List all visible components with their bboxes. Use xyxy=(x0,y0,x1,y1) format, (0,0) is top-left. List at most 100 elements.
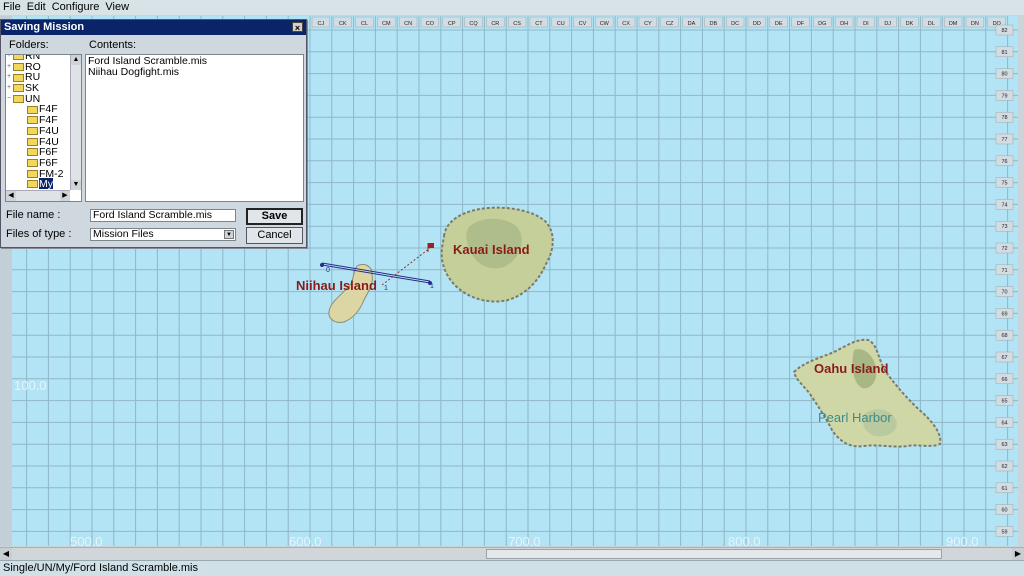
row-label: 71 xyxy=(1001,268,1007,274)
tree-folder-item[interactable]: F4F xyxy=(7,104,69,115)
tree-folder-item[interactable]: F6F xyxy=(7,147,69,158)
column-label: CW xyxy=(600,21,610,27)
column-label: DF xyxy=(797,21,805,27)
row-label: 75 xyxy=(1001,181,1007,187)
row-label: 80 xyxy=(1001,72,1007,78)
tree-expander-icon[interactable]: + xyxy=(7,62,11,73)
column-label: CK xyxy=(339,21,347,27)
scroll-right-icon[interactable]: ▶ xyxy=(60,191,70,201)
menu-edit[interactable]: Edit xyxy=(24,0,49,14)
column-label: CS xyxy=(513,21,521,27)
column-label: DD xyxy=(753,21,761,27)
menu-configure[interactable]: Configure xyxy=(49,0,103,14)
column-label: CJ xyxy=(318,21,325,27)
tree-folder-item[interactable]: My xyxy=(7,178,69,189)
scroll-up-icon[interactable]: ▲ xyxy=(71,55,81,65)
folder-vertical-scrollbar[interactable]: ▲ ▼ xyxy=(70,55,81,190)
column-label: DA xyxy=(688,21,696,27)
contents-list[interactable]: Ford Island Scramble.mis Niihau Dogfight… xyxy=(85,54,304,202)
tree-folder-item[interactable]: F4U xyxy=(7,136,69,148)
row-label: 72 xyxy=(1001,246,1007,252)
tree-expander-icon[interactable]: + xyxy=(7,72,11,83)
tree-folder-item[interactable]: − UN xyxy=(7,93,69,105)
tree-folder-item[interactable]: F4F xyxy=(7,115,69,126)
row-label: 62 xyxy=(1001,464,1007,470)
chevron-down-icon[interactable]: ▼ xyxy=(224,230,234,239)
folder-icon xyxy=(13,62,24,71)
column-label: DI xyxy=(863,21,869,27)
menu-view[interactable]: View xyxy=(102,0,132,14)
column-label: CZ xyxy=(666,21,674,27)
tree-folder-item[interactable]: FM-2 xyxy=(7,168,69,180)
dialog-title: Saving Mission xyxy=(4,21,85,33)
folder-icon xyxy=(13,73,24,82)
column-label: CQ xyxy=(469,21,478,27)
row-label: 59 xyxy=(1001,529,1007,535)
scroll-right-icon[interactable]: ▶ xyxy=(1012,548,1024,560)
tree-expander-icon[interactable]: − xyxy=(7,94,11,105)
save-button[interactable]: Save xyxy=(246,208,303,225)
row-label: 82 xyxy=(1001,28,1007,34)
list-item[interactable]: Niihau Dogfight.mis xyxy=(86,67,303,78)
dialog-titlebar[interactable]: Saving Mission × xyxy=(1,20,306,35)
folders-label: Folders: xyxy=(9,39,49,51)
tree-expander-icon[interactable]: + xyxy=(7,55,11,62)
waypoint-label: 1 xyxy=(384,285,388,292)
column-label: CX xyxy=(622,21,630,27)
bottom-coord-label: 800.0 xyxy=(728,534,761,546)
row-label: 76 xyxy=(1001,159,1007,165)
folder-icon xyxy=(27,148,38,157)
scroll-left-icon[interactable]: ◀ xyxy=(0,548,12,560)
file-type-value: Mission Files xyxy=(93,228,154,240)
island-label-kauai: Kauai Island xyxy=(453,242,530,257)
folder-icon xyxy=(27,137,38,146)
column-label: DL xyxy=(928,21,935,27)
island-label-niihau: Niihau Island xyxy=(296,278,377,293)
column-label: DB xyxy=(709,21,717,27)
folder-icon xyxy=(27,159,38,168)
left-coord-label: 100.0 xyxy=(14,378,47,393)
folder-icon xyxy=(27,116,38,125)
folder-icon xyxy=(13,94,24,103)
close-icon[interactable]: × xyxy=(292,22,303,33)
column-label: CN xyxy=(404,21,412,27)
menu-file[interactable]: File xyxy=(0,0,24,14)
map-horizontal-scrollbar[interactable]: ◀ ▶ xyxy=(0,547,1024,560)
file-name-input[interactable]: Ford Island Scramble.mis xyxy=(90,209,236,222)
waypoint-label: 0 xyxy=(326,267,330,274)
column-label: DJ xyxy=(884,21,891,27)
tree-expander-icon[interactable]: + xyxy=(7,83,11,94)
row-label: 81 xyxy=(1001,50,1007,56)
column-label: CV xyxy=(579,21,587,27)
status-path: Single/UN/My/Ford Island Scramble.mis xyxy=(3,562,199,574)
row-label: 69 xyxy=(1001,311,1007,317)
row-label: 66 xyxy=(1001,377,1007,383)
saving-mission-dialog: Saving Mission × Folders: Contents: + RN +… xyxy=(0,19,307,248)
contents-label: Contents: xyxy=(89,39,137,51)
column-label: CM xyxy=(382,21,391,27)
folder-tree[interactable]: + RN + RO + RU + SK − UN F4F F4F F4U F4U F6F F6F FM-2 My … xyxy=(5,54,82,202)
column-label: CY xyxy=(644,21,652,27)
column-label: CU xyxy=(557,21,565,27)
column-label: CP xyxy=(448,21,456,27)
folder-icon xyxy=(27,105,38,114)
scroll-left-icon[interactable]: ◀ xyxy=(6,191,16,201)
oahu-island xyxy=(792,338,942,448)
folder-horizontal-scrollbar[interactable]: ◀ ▶ xyxy=(6,190,70,201)
folder-icon xyxy=(13,55,24,61)
tree-folder-item[interactable]: F4U xyxy=(7,125,69,137)
bottom-coord-label: 900.0 xyxy=(946,534,979,546)
cancel-button[interactable]: Cancel xyxy=(246,227,303,244)
row-label: 65 xyxy=(1001,399,1007,405)
scroll-down-icon[interactable]: ▼ xyxy=(71,180,81,190)
scroll-thumb[interactable] xyxy=(486,549,942,559)
column-label: CL xyxy=(361,21,368,27)
file-type-select[interactable]: Mission Files ▼ xyxy=(90,228,236,241)
map-row-labels: 82 81 80 79 78 77 76 75 74 73 72 71 70 69 68 67 66 65 64 63… xyxy=(995,24,1014,537)
column-label: DC xyxy=(731,21,739,27)
row-label: 77 xyxy=(1001,137,1007,143)
row-label: 68 xyxy=(1001,333,1007,339)
row-label: 70 xyxy=(1001,290,1007,296)
column-label: DM xyxy=(949,21,958,27)
column-label: CO xyxy=(426,21,435,27)
